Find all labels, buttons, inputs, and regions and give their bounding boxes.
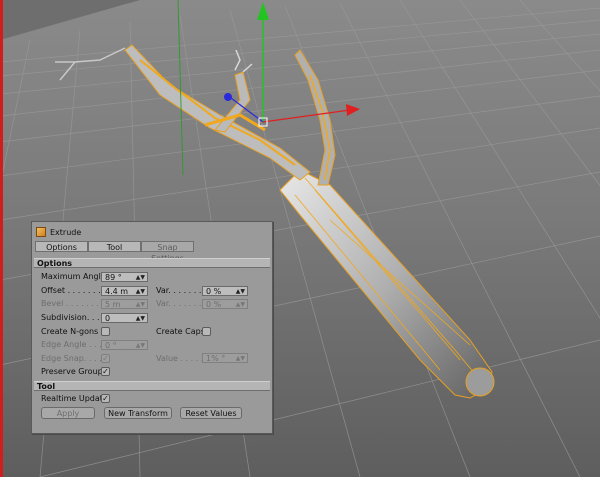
spinner-arrows-icon[interactable]: ▲▼ [136, 287, 145, 296]
offset-var-value: 0 % [206, 287, 222, 296]
offset-value: 4.4 m [105, 287, 129, 296]
extrude-attribute-panel: Extrude Options Tool Snap Settings Optio… [31, 221, 273, 434]
create-ngons-label: Create N-gons . . [41, 327, 109, 336]
offset-field[interactable]: 4.4 m ▲▼ [101, 286, 148, 296]
realtime-update-checkbox[interactable]: ✓ [101, 394, 110, 403]
checkmark-icon: ✓ [102, 354, 109, 363]
offset-var-label: Var. . . . . . . [156, 286, 202, 295]
offset-label: Offset . . . . . . . . [41, 286, 106, 295]
edge-snap-label: Edge Snap. . . . . [41, 354, 107, 363]
spinner-arrows-icon: ▲▼ [235, 355, 245, 362]
bevel-var-value: 0 % [206, 300, 222, 309]
realtime-update-label: Realtime Update [41, 394, 108, 403]
bevel-value: 5 m [105, 300, 121, 309]
viewport-active-border [0, 0, 3, 477]
spinner-arrows-icon: ▲▼ [235, 301, 245, 308]
create-ngons-checkbox[interactable] [101, 327, 110, 336]
bevel-var-field: 0 % ▲▼ [202, 299, 248, 309]
create-caps-checkbox[interactable] [202, 327, 211, 336]
panel-title-bar: Extrude [36, 226, 81, 238]
bevel-label: Bevel . . . . . . . . [41, 299, 104, 308]
extrude-cube-icon [36, 227, 46, 237]
edge-angle-label: Edge Angle . . . . [41, 340, 107, 349]
edge-snap-value: 1% ° [206, 354, 226, 363]
new-transform-button[interactable]: New Transform [104, 407, 172, 419]
offset-var-field[interactable]: 0 % ▲▼ [202, 286, 248, 296]
spinner-arrows-icon: ▲▼ [135, 342, 145, 349]
subdivision-label: Subdivision. . . . [41, 313, 105, 322]
tab-tool[interactable]: Tool [88, 241, 141, 252]
tool-section-header: Tool [34, 381, 270, 391]
edge-snap-value-field: 1% ° ▲▼ [202, 353, 248, 363]
edge-snap-checkbox: ✓ [101, 354, 110, 363]
spinner-arrows-icon[interactable]: ▲▼ [236, 287, 245, 296]
subdivision-value: 0 [105, 314, 111, 323]
maximum-angle-field[interactable]: 89 ° ▲▼ [101, 272, 148, 282]
spinner-arrows-icon[interactable]: ▲▼ [136, 314, 145, 323]
bevel-var-label: Var. . . . . . . [156, 299, 202, 308]
maximum-angle-label: Maximum Angle [41, 272, 106, 281]
preserve-groups-checkbox[interactable]: ✓ [101, 367, 110, 376]
edge-snap-value-label: Value . . . . . . [156, 354, 209, 363]
preserve-groups-label: Preserve Groups [41, 367, 107, 376]
spinner-arrows-icon[interactable]: ▲▼ [136, 273, 145, 282]
reset-values-button[interactable]: Reset Values [180, 407, 242, 419]
checkmark-icon: ✓ [102, 394, 109, 403]
spinner-arrows-icon: ▲▼ [135, 301, 145, 308]
panel-title: Extrude [50, 227, 82, 237]
tab-options[interactable]: Options [35, 241, 88, 252]
create-caps-label: Create Caps [156, 327, 205, 336]
options-section-header: Options [34, 258, 270, 268]
edge-angle-value: 0 ° [105, 341, 117, 350]
tab-snap-settings[interactable]: Snap Settings [141, 241, 194, 263]
checkmark-icon: ✓ [102, 367, 109, 376]
panel-tabs: Options Tool Snap Settings [35, 241, 194, 263]
edge-angle-field: 0 ° ▲▼ [101, 340, 148, 350]
bevel-field: 5 m ▲▼ [101, 299, 148, 309]
apply-button[interactable]: Apply [41, 407, 95, 419]
maximum-angle-value: 89 ° [105, 273, 122, 282]
subdivision-field[interactable]: 0 ▲▼ [101, 313, 148, 323]
